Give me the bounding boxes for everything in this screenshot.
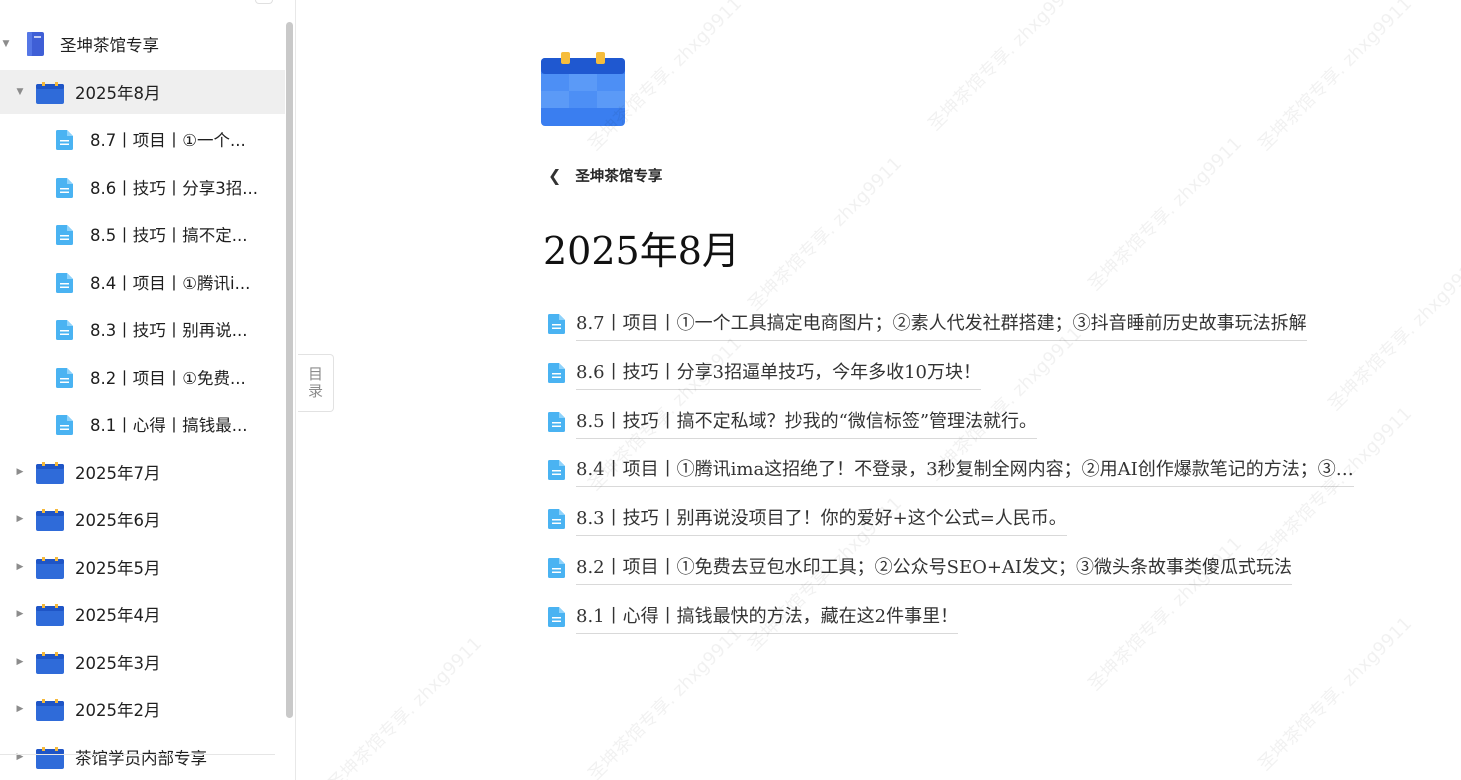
document-icon	[548, 509, 565, 530]
breadcrumb-parent-label: 圣坤茶馆专享	[575, 168, 663, 185]
caret-right-icon[interactable]: ▶	[14, 562, 26, 572]
document-link[interactable]: 8.5丨技巧丨搞不定私域？抄我的“微信标签”管理法就行。	[548, 406, 1438, 455]
tree-doc-item[interactable]: 8.6丨技巧丨分享3招...	[0, 165, 285, 209]
document-link-text[interactable]: 8.5丨技巧丨搞不定私域？抄我的“微信标签”管理法就行。	[576, 406, 1038, 439]
tree-doc-label: 8.7丨项目丨①一个...	[90, 131, 246, 150]
caret-right-icon[interactable]: ▶	[14, 704, 26, 714]
calendar-icon	[36, 652, 64, 674]
watermark: 圣坤茶馆专享. zhxg9911	[924, 0, 1087, 136]
document-link[interactable]: 8.2丨项目丨①免费去豆包水印工具；②公众号SEO+AI发文；③微头条故事类傻瓜…	[548, 552, 1438, 601]
breadcrumb-back-link[interactable]: ❮ 圣坤茶馆专享	[548, 163, 662, 187]
document-link[interactable]: 8.4丨项目丨①腾讯ima这招绝了！不登录，3秒复制全网内容；②用AI创作爆款笔…	[548, 454, 1438, 503]
page-title: 2025年8月	[543, 229, 740, 273]
tree-root-item[interactable]: ▼ 圣坤茶馆专享	[0, 22, 285, 66]
tree-doc-label: 8.3丨技巧丨别再说...	[90, 321, 248, 340]
sidebar-divider	[0, 754, 275, 755]
sidebar-top-handle[interactable]	[255, 0, 273, 4]
caret-down-icon[interactable]: ▼	[0, 39, 12, 49]
tree-root-label: 圣坤茶馆专享	[60, 36, 159, 55]
document-icon	[56, 368, 73, 388]
document-icon	[548, 411, 565, 432]
document-list: 8.7丨项目丨①一个工具搞定电商图片；②素人代发社群搭建；③抖音睡前历史故事玩法…	[548, 308, 1438, 650]
toc-toggle-button[interactable]: 目录	[298, 354, 334, 412]
document-link-text[interactable]: 8.3丨技巧丨别再说没项目了！你的爱好+这个公式=人民币。	[576, 503, 1067, 537]
document-icon	[56, 415, 73, 435]
document-icon	[548, 606, 565, 627]
tree-month-item[interactable]: ▶ 2025年3月	[0, 640, 285, 684]
tree-doc-label: 8.2丨项目丨①免费...	[90, 369, 246, 388]
document-icon	[56, 320, 73, 340]
calendar-icon	[36, 557, 64, 579]
calendar-icon	[36, 462, 64, 484]
toc-label: 目录	[306, 366, 324, 400]
tree-month-item-active[interactable]: ▼ 2025年8月	[0, 70, 285, 114]
calendar-icon	[36, 509, 64, 531]
watermark: 圣坤茶馆专享. zhxg9911	[1084, 133, 1247, 296]
sidebar: ▼ 圣坤茶馆专享 ▼ 2025年8月 8.7丨项目丨①一个... 8.6丨技巧丨…	[0, 0, 296, 780]
tree-month-label: 2025年8月	[75, 84, 161, 103]
tree-month-label: 2025年6月	[75, 511, 161, 530]
document-link[interactable]: 8.3丨技巧丨别再说没项目了！你的爱好+这个公式=人民币。	[548, 503, 1438, 552]
document-link[interactable]: 8.7丨项目丨①一个工具搞定电商图片；②素人代发社群搭建；③抖音睡前历史故事玩法…	[548, 308, 1438, 357]
tree-month-item[interactable]: ▶ 2025年7月	[0, 450, 285, 494]
document-icon	[56, 130, 73, 150]
document-link[interactable]: 8.1丨心得丨搞钱最快的方法，藏在这2件事里！	[548, 601, 1438, 650]
tree-month-item[interactable]: ▶ 茶馆学员内部专享	[0, 735, 285, 779]
tree-month-item[interactable]: ▶ 2025年2月	[0, 687, 285, 731]
tree-month-item[interactable]: ▶ 2025年4月	[0, 592, 285, 636]
document-icon	[56, 273, 73, 293]
document-link[interactable]: 8.6丨技巧丨分享3招逼单技巧，今年多收10万块！	[548, 357, 1438, 406]
chevron-left-icon: ❮	[548, 165, 562, 185]
tree-month-label: 2025年7月	[75, 464, 161, 483]
document-icon	[548, 460, 565, 481]
tree-doc-label: 8.5丨技巧丨搞不定...	[90, 226, 248, 245]
document-link-text[interactable]: 8.6丨技巧丨分享3招逼单技巧，今年多收10万块！	[576, 357, 981, 390]
caret-down-icon[interactable]: ▼	[14, 87, 26, 97]
calendar-icon	[36, 604, 64, 626]
caret-right-icon[interactable]: ▶	[14, 467, 26, 477]
tree-doc-label: 8.1丨心得丨搞钱最...	[90, 416, 248, 435]
tree-doc-item[interactable]: 8.3丨技巧丨别再说...	[0, 307, 285, 351]
book-icon	[27, 32, 44, 56]
calendar-icon	[36, 82, 64, 104]
tree-doc-item[interactable]: 8.1丨心得丨搞钱最...	[0, 402, 285, 446]
document-icon	[56, 225, 73, 245]
watermark: 圣坤茶馆专享. zhxg9911	[324, 633, 487, 780]
document-link-text[interactable]: 8.4丨项目丨①腾讯ima这招绝了！不登录，3秒复制全网内容；②用AI创作爆款笔…	[576, 454, 1354, 488]
document-link-text[interactable]: 8.7丨项目丨①一个工具搞定电商图片；②素人代发社群搭建；③抖音睡前历史故事玩法…	[576, 308, 1307, 341]
tree-month-label: 2025年4月	[75, 606, 161, 625]
tree-doc-item[interactable]: 8.5丨技巧丨搞不定...	[0, 212, 285, 256]
tree-doc-item[interactable]: 8.4丨项目丨①腾讯i...	[0, 260, 285, 304]
tree-doc-label: 8.6丨技巧丨分享3招...	[90, 179, 258, 198]
tree-month-label: 2025年2月	[75, 701, 161, 720]
document-icon	[56, 178, 73, 198]
calendar-icon	[36, 699, 64, 721]
watermark: 圣坤茶馆专享. zhxg9911	[1254, 0, 1417, 156]
calendar-icon	[36, 747, 64, 769]
tree-month-label: 2025年5月	[75, 559, 161, 578]
document-icon	[548, 557, 565, 578]
tree-doc-label: 8.4丨项目丨①腾讯i...	[90, 274, 251, 293]
calendar-icon	[541, 52, 625, 126]
document-icon	[548, 314, 565, 334]
document-link-text[interactable]: 8.2丨项目丨①免费去豆包水印工具；②公众号SEO+AI发文；③微头条故事类傻瓜…	[576, 552, 1293, 585]
caret-right-icon[interactable]: ▶	[14, 657, 26, 667]
tree-month-label: 茶馆学员内部专享	[75, 749, 207, 768]
sidebar-scrollbar[interactable]	[286, 22, 293, 718]
document-link-text[interactable]: 8.1丨心得丨搞钱最快的方法，藏在这2件事里！	[576, 601, 959, 634]
tree-doc-item[interactable]: 8.2丨项目丨①免费...	[0, 355, 285, 399]
tree-month-item[interactable]: ▶ 2025年6月	[0, 497, 285, 541]
tree-month-label: 2025年3月	[75, 654, 161, 673]
tree-month-item[interactable]: ▶ 2025年5月	[0, 545, 285, 589]
caret-right-icon[interactable]: ▶	[14, 609, 26, 619]
watermark: 圣坤茶馆专享. zhxg9911	[744, 153, 907, 316]
tree-doc-item[interactable]: 8.7丨项目丨①一个...	[0, 117, 285, 161]
caret-right-icon[interactable]: ▶	[14, 514, 26, 524]
document-icon	[548, 362, 565, 383]
